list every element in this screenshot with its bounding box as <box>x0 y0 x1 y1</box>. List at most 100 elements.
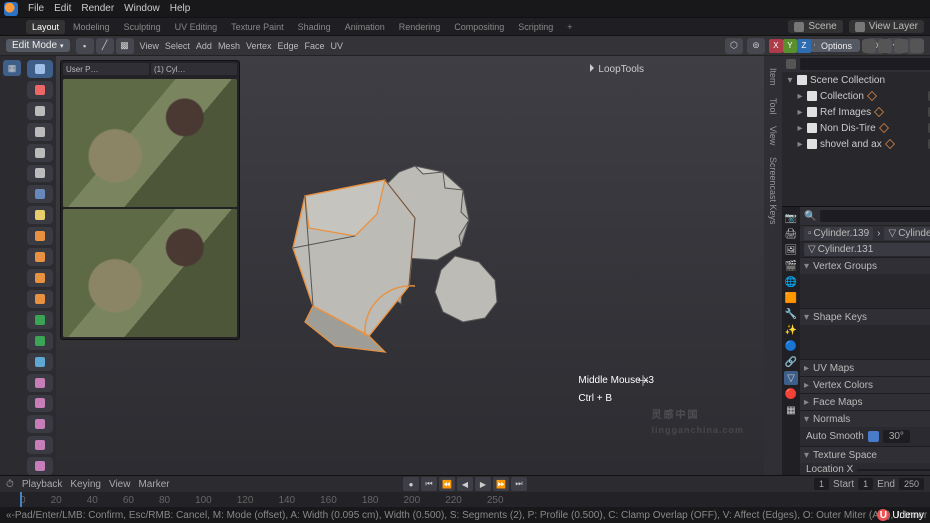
workspace-tab-modeling[interactable]: Modeling <box>67 20 116 34</box>
tool-annotate[interactable] <box>27 185 53 203</box>
tool-transform[interactable] <box>27 165 53 183</box>
current-frame[interactable]: 1 <box>814 478 829 490</box>
looptools-panel[interactable]: LoopTools <box>590 64 644 75</box>
start-frame[interactable]: 1 <box>858 478 873 490</box>
tl-marker[interactable]: Marker <box>138 479 169 490</box>
shading-render[interactable] <box>910 39 924 53</box>
tool-loop-cut[interactable] <box>27 290 53 308</box>
tool-smooth[interactable] <box>27 374 53 392</box>
workspace-tab-layout[interactable]: Layout <box>26 20 65 34</box>
keyframe-next-button[interactable]: ⏩ <box>493 477 509 491</box>
tool-shear[interactable] <box>27 436 53 454</box>
properties-search[interactable] <box>820 210 930 222</box>
prop-tab-viewlayer[interactable]: 🖼 <box>784 243 798 257</box>
n-tab-tool[interactable]: Tool <box>768 92 778 121</box>
mesh-name-field[interactable]: ▽Cylinder.131 <box>804 243 930 256</box>
play-reverse-button[interactable]: ◀ <box>457 477 473 491</box>
shading-matprev[interactable] <box>894 39 908 53</box>
scene-selector[interactable]: Scene <box>788 20 842 33</box>
workspace-add[interactable]: + <box>561 20 578 34</box>
tool-spin[interactable] <box>27 353 53 371</box>
auto-smooth-checkbox[interactable] <box>868 431 879 442</box>
tool-poly-build[interactable] <box>27 332 53 350</box>
prop-tab-object[interactable]: 🟧 <box>784 291 798 305</box>
options-dropdown[interactable]: Options <box>815 40 858 52</box>
face-select-mode[interactable]: ▩ <box>116 38 134 54</box>
prop-tab-constraint[interactable]: 🔗 <box>784 355 798 369</box>
jump-start-button[interactable]: ⏮ <box>421 477 437 491</box>
shading-wire[interactable] <box>862 39 876 53</box>
workspace-tab-sculpting[interactable]: Sculpting <box>118 20 167 34</box>
workspace-tab-texpaint[interactable]: Texture Paint <box>225 20 290 34</box>
menu-face[interactable]: Face <box>305 41 325 51</box>
axis-y-icon[interactable]: Y <box>783 39 797 53</box>
panel-shape-keys[interactable]: ▾Shape Keys <box>800 309 930 325</box>
prop-tab-output[interactable]: 🖨 <box>784 227 798 241</box>
outliner-root[interactable]: ▾Scene Collection <box>782 72 930 88</box>
menu-edit[interactable]: Edit <box>54 3 71 14</box>
overlay-toggle[interactable]: ⊚ <box>747 38 765 54</box>
edge-select-mode[interactable]: ╱ <box>96 38 114 54</box>
n-tab-view[interactable]: View <box>768 120 778 151</box>
playhead[interactable] <box>20 492 22 508</box>
tool-measure[interactable] <box>27 206 53 224</box>
outliner-row[interactable]: ▸Collection <box>782 88 930 104</box>
ref-tab-cyl[interactable]: (1) Cyl… <box>151 63 237 75</box>
panel-normals[interactable]: ▾Normals <box>800 411 930 427</box>
outliner-search[interactable] <box>800 58 930 70</box>
tl-view[interactable]: View <box>109 479 131 490</box>
workspace-tab-compositing[interactable]: Compositing <box>448 20 510 34</box>
autokey-toggle[interactable]: ● <box>403 477 419 491</box>
outliner-row[interactable]: ▸Non Dis-Tire <box>782 120 930 136</box>
viewport-3d[interactable]: User P… (1) Cyl… LoopTools <box>56 56 764 475</box>
keyframe-prev-button[interactable]: ⏪ <box>439 477 455 491</box>
tool-knife[interactable] <box>27 311 53 329</box>
axis-z-icon[interactable]: Z <box>797 39 811 53</box>
panel-vertex-colors[interactable]: ▸Vertex Colors <box>800 377 930 393</box>
n-tab-item[interactable]: Item <box>768 62 778 92</box>
outliner-editor-icon[interactable] <box>786 59 796 69</box>
gizmo-toggle[interactable]: ⬡ <box>725 38 743 54</box>
panel-face-maps[interactable]: ▸Face Maps <box>800 394 930 410</box>
panel-vertex-groups[interactable]: ▾Vertex Groups <box>800 258 930 274</box>
prop-tab-modifier[interactable]: 🔧 <box>784 307 798 321</box>
tl-keying[interactable]: Keying <box>70 479 101 490</box>
tool-shrink[interactable] <box>27 415 53 433</box>
location-x-field[interactable] <box>857 469 930 471</box>
n-tab-screencast[interactable]: Screencast Keys <box>768 151 778 231</box>
outliner-row[interactable]: ▸shovel and ax <box>782 136 930 152</box>
menu-mesh[interactable]: Mesh <box>218 41 240 51</box>
mesh-object[interactable] <box>265 136 555 396</box>
prop-tab-physics[interactable]: 🔵 <box>784 339 798 353</box>
axis-x-icon[interactable]: X <box>769 39 783 53</box>
jump-end-button[interactable]: ⏭ <box>511 477 527 491</box>
workspace-tab-rendering[interactable]: Rendering <box>393 20 447 34</box>
menu-uv[interactable]: UV <box>331 41 344 51</box>
mode-selector[interactable]: Edit Mode▾ <box>6 39 70 52</box>
viewlayer-selector[interactable]: View Layer <box>849 20 924 33</box>
tl-playback[interactable]: Playback <box>22 479 63 490</box>
prop-tab-render[interactable]: 📷 <box>784 211 798 225</box>
tool-rotate[interactable] <box>27 123 53 141</box>
menu-render[interactable]: Render <box>81 3 114 14</box>
tool-slide[interactable] <box>27 395 53 413</box>
tool-scale[interactable] <box>27 144 53 162</box>
workspace-tab-shading[interactable]: Shading <box>292 20 337 34</box>
panel-uv-maps[interactable]: ▸UV Maps <box>800 360 930 376</box>
menu-window[interactable]: Window <box>124 3 160 14</box>
timeline-ruler[interactable]: 020406080100120140160180200220250 <box>0 492 930 508</box>
panel-texture-space[interactable]: ▾Texture Space <box>800 447 930 463</box>
vertex-select-mode[interactable]: ▪ <box>76 38 94 54</box>
prop-tab-scene[interactable]: 🎬 <box>784 259 798 273</box>
menu-view[interactable]: View <box>140 41 159 51</box>
prop-tab-material[interactable]: 🔴 <box>784 387 798 401</box>
menu-select[interactable]: Select <box>165 41 190 51</box>
workspace-tab-animation[interactable]: Animation <box>339 20 391 34</box>
play-button[interactable]: ▶ <box>475 477 491 491</box>
menu-edge[interactable]: Edge <box>277 41 298 51</box>
tool-select-box[interactable] <box>27 60 53 78</box>
workspace-tab-uv[interactable]: UV Editing <box>169 20 224 34</box>
menu-add[interactable]: Add <box>196 41 212 51</box>
end-frame[interactable]: 250 <box>899 478 924 490</box>
tool-cursor[interactable] <box>27 81 53 99</box>
